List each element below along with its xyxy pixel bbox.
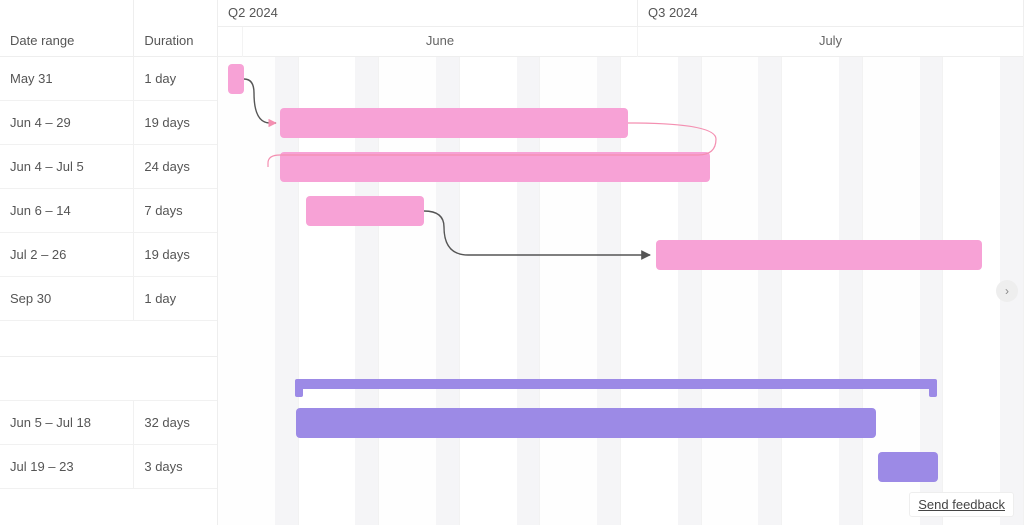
cell-duration: 1 day (134, 277, 217, 320)
month-label: June (243, 27, 638, 57)
quarter-label: Q3 2024 (638, 0, 1024, 26)
cell-duration: 19 days (134, 233, 217, 276)
header-duration[interactable]: Duration (134, 0, 217, 56)
cell-date-range: Jul 19 – 23 (0, 445, 134, 488)
group-spacer (0, 321, 217, 357)
cell-duration: 24 days (134, 145, 217, 188)
send-feedback-link[interactable]: Send feedback (909, 492, 1014, 517)
cell-date-range: Jun 4 – Jul 5 (0, 145, 134, 188)
table-row[interactable]: Jun 6 – 147 days (0, 189, 217, 233)
table-row[interactable]: Jun 4 – Jul 524 days (0, 145, 217, 189)
cell-duration: 1 day (134, 57, 217, 100)
gantt-bar[interactable] (296, 408, 876, 438)
gantt-chart[interactable]: Q2 2024 Q3 2024 June July (218, 0, 1024, 525)
table-row[interactable]: May 311 day (0, 57, 217, 101)
cell-date-range: Sep 30 (0, 277, 134, 320)
gantt-bar[interactable] (228, 64, 244, 94)
gantt-tracks (218, 57, 1024, 525)
cell-duration: 7 days (134, 189, 217, 232)
gantt-bar[interactable] (306, 196, 424, 226)
cell-duration: 3 days (134, 445, 217, 488)
gantt-bar[interactable] (280, 152, 710, 182)
month-partial-may (218, 27, 243, 57)
table-row[interactable]: Jul 19 – 233 days (0, 445, 217, 489)
cell-date-range: Jun 5 – Jul 18 (0, 401, 134, 444)
cell-duration: 32 days (134, 401, 217, 444)
cell-date-range: Jun 6 – 14 (0, 189, 134, 232)
cell-date-range: Jul 2 – 26 (0, 233, 134, 276)
gantt-bar[interactable] (280, 108, 628, 138)
table-row[interactable]: Sep 301 day (0, 277, 217, 321)
cell-date-range: Jun 4 – 29 (0, 101, 134, 144)
table-header: Date range Duration (0, 0, 217, 57)
table-row[interactable]: Jun 5 – Jul 1832 days (0, 401, 217, 445)
scroll-right-button[interactable]: › (996, 280, 1018, 302)
table-row[interactable]: Jul 2 – 2619 days (0, 233, 217, 277)
gantt-summary-bar[interactable] (296, 379, 936, 389)
cell-duration: 19 days (134, 101, 217, 144)
quarter-label: Q2 2024 (218, 0, 638, 26)
cell-date-range: May 31 (0, 57, 134, 100)
timeline-header: Q2 2024 Q3 2024 June July (218, 0, 1024, 57)
gantt-bar[interactable] (656, 240, 982, 270)
month-label: July (638, 27, 1024, 57)
task-table: Date range Duration May 311 day Jun 4 – … (0, 0, 218, 525)
table-row[interactable]: Jun 4 – 2919 days (0, 101, 217, 145)
summary-row[interactable] (0, 357, 217, 401)
header-date-range[interactable]: Date range (0, 0, 134, 56)
gantt-bar[interactable] (878, 452, 938, 482)
chevron-right-icon: › (1005, 284, 1009, 298)
